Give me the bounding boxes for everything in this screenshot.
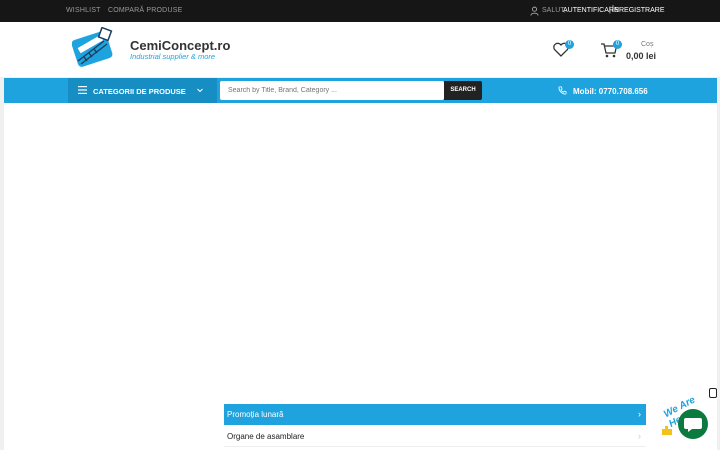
menu-item-label: Promoția lunară [227,410,284,419]
chevron-down-icon [197,88,203,93]
menu-item-fasteners[interactable]: Organe de asamblare › [224,426,646,447]
chat-bubble-icon [684,418,702,432]
register-link[interactable]: ÎNREGISTRARE [612,7,665,14]
top-bar: WISHLIST COMPARĂ PRODUSE SALUT, AUTENTIF… [0,0,720,22]
brand-name[interactable]: CemiConcept.ro [130,38,230,53]
logo-icon[interactable] [72,27,118,71]
main-content: Promoția lunară › Organe de asamblare › [4,103,717,450]
phone-icon [558,86,567,95]
header: CemiConcept.ro Industrial supplier & mor… [0,22,720,77]
cart-count-badge: 0 [613,40,622,49]
divider: | [609,7,611,14]
menu-item-label: Organe de asamblare [227,432,305,441]
cart-label: Coș [641,41,654,48]
compare-products-link[interactable]: COMPARĂ PRODUSE [108,7,182,14]
user-icon [530,6,539,16]
brand-tagline: Industrial supplier & more [130,52,216,61]
chat-button[interactable] [678,409,708,439]
categories-button[interactable]: CATEGORII DE PRODUSE [68,78,217,103]
wishlist-count-badge: 0 [565,40,574,49]
nav-bar: CATEGORII DE PRODUSE SEARCH Mobil: 0770.… [4,78,717,103]
phone-number[interactable]: Mobil: 0770.708.656 [573,87,648,96]
search-input[interactable] [220,81,444,100]
cart-total[interactable]: 0,00 lei [626,51,656,61]
menu-icon [78,86,87,94]
chevron-right-icon: › [638,431,641,441]
categories-label: CATEGORII DE PRODUSE [93,87,186,96]
menu-item-monthly-promo[interactable]: Promoția lunară › [224,404,646,425]
waving-hand-icon [662,426,672,435]
chevron-right-icon: › [638,409,641,419]
wishlist-link[interactable]: WISHLIST [66,7,101,14]
search-button[interactable]: SEARCH [444,81,482,100]
